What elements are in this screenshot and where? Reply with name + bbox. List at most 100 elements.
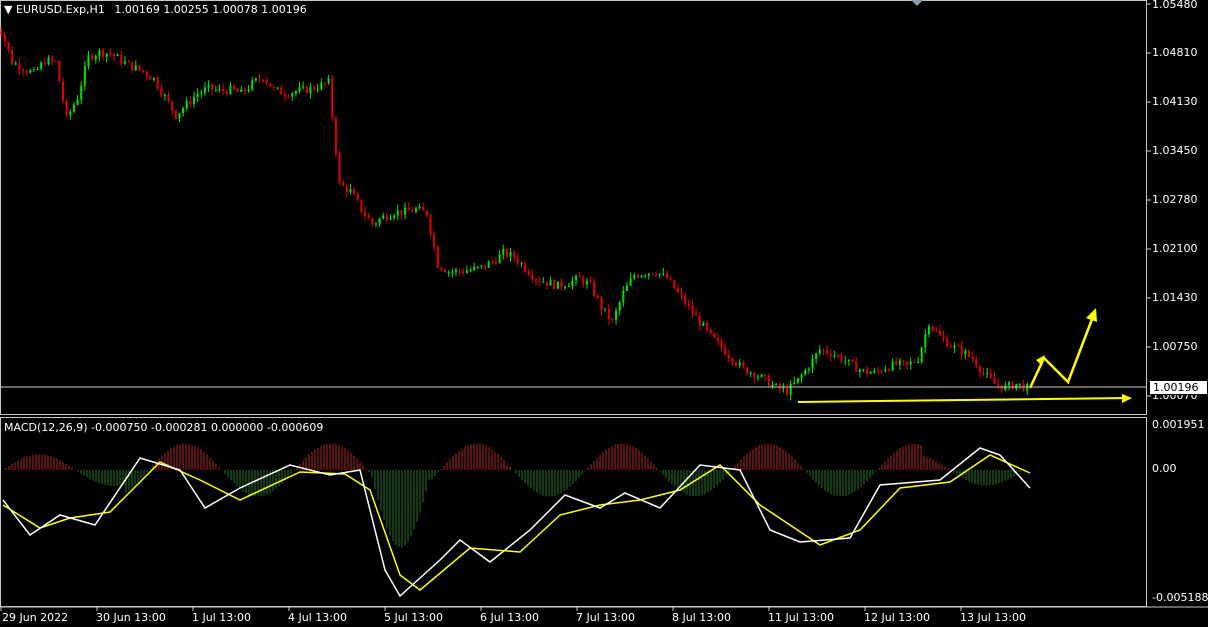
candle-body [11, 50, 14, 65]
candle-body [862, 369, 865, 371]
candle-body [444, 269, 447, 273]
candle-body [967, 350, 970, 357]
candle-body [691, 305, 694, 314]
candle-body [636, 275, 639, 278]
candle-body [665, 273, 668, 279]
candle-body [953, 345, 956, 348]
candle-body [858, 369, 861, 372]
candle-body [640, 275, 643, 278]
candle-body [822, 349, 825, 351]
candle-body [687, 304, 690, 306]
candle-body [949, 346, 952, 348]
candle-body [356, 194, 359, 201]
candle-body [476, 266, 479, 268]
candle-body [149, 76, 152, 80]
candle-body [727, 354, 730, 359]
candle-body [349, 189, 352, 193]
candle-body [604, 308, 607, 310]
candle-body [309, 86, 312, 94]
candle-body [7, 41, 10, 51]
current-price-badge: 1.00196 [1149, 380, 1208, 395]
candle-body [545, 281, 548, 286]
candle-body [262, 79, 265, 81]
dropdown-triangle-icon[interactable]: ▼ [4, 3, 12, 16]
candle-body [469, 269, 472, 271]
candle-body [669, 278, 672, 280]
candle-body [83, 66, 86, 86]
candle-body [887, 369, 890, 371]
macd-axis-top: 0.001951 [1152, 418, 1205, 431]
candle-body [898, 360, 901, 365]
candle-body [611, 318, 614, 320]
candle-body [855, 361, 858, 372]
candle-body [1015, 383, 1018, 389]
candle-body [644, 275, 647, 277]
candle-body [196, 93, 199, 97]
candle-body [880, 370, 883, 372]
candle-body [549, 280, 552, 286]
candle-body [258, 78, 261, 80]
candle-body [935, 329, 938, 331]
candle-body [112, 53, 115, 57]
candle-body [407, 207, 410, 211]
candle-body [313, 86, 316, 90]
support-trend-line [797, 397, 1129, 403]
candle-body [454, 269, 457, 272]
ohlc-values: 1.00169 1.00255 1.00078 1.00196 [114, 3, 307, 16]
candle-body [116, 54, 119, 57]
candle-body [633, 275, 636, 279]
candle-body [193, 96, 196, 104]
candle-body [400, 210, 403, 215]
candle-body [869, 372, 872, 374]
candle-body [345, 185, 348, 193]
candle-body [502, 249, 505, 255]
candle-body [800, 374, 803, 379]
candle-body [924, 334, 927, 348]
candle-body [298, 87, 301, 92]
candle-body [513, 252, 516, 258]
time-label-4: 5 Jul 13:00 [384, 611, 443, 624]
candle-body [902, 360, 905, 362]
candle-body [25, 71, 28, 73]
candle-body [695, 313, 698, 316]
time-label-2: 1 Jul 13:00 [192, 611, 251, 624]
price-label-7: 1.00750 [1152, 340, 1198, 353]
candle-body [414, 208, 417, 212]
candle-body [218, 88, 221, 90]
candle-body [305, 86, 308, 94]
candle-body [844, 361, 847, 363]
candle-body [738, 362, 741, 366]
candle-body [673, 279, 676, 289]
candle-body [291, 93, 294, 97]
candle-body [458, 269, 461, 272]
candle-body [735, 362, 738, 366]
time-label-7: 8 Jul 13:00 [672, 611, 731, 624]
candle-body [873, 370, 876, 373]
candle-body [793, 382, 796, 384]
candle-body [185, 100, 188, 109]
candle-body [94, 56, 97, 60]
candle-body [58, 60, 61, 82]
candle-body [938, 330, 941, 336]
candle-body [134, 65, 137, 71]
candle-body [978, 366, 981, 373]
candle-body [353, 189, 356, 195]
candle-body [105, 53, 108, 57]
candle-body [786, 387, 789, 395]
candle-body [553, 280, 556, 289]
candle-body [829, 353, 832, 357]
candle-body [600, 297, 603, 310]
candle-body [789, 383, 792, 395]
candle-body [1000, 385, 1003, 391]
candle-body [189, 100, 192, 104]
candle-body [796, 378, 799, 383]
candle-body [993, 377, 996, 384]
candle-body [280, 87, 283, 95]
macd-label: MACD(12,26,9) -0.000750 -0.000281 0.0000… [4, 421, 324, 434]
candle-body [371, 218, 374, 225]
candle-body [32, 69, 35, 71]
candle-body [294, 91, 297, 94]
candle-body [575, 275, 578, 281]
candle-body [931, 326, 934, 330]
candle-body [411, 210, 414, 212]
